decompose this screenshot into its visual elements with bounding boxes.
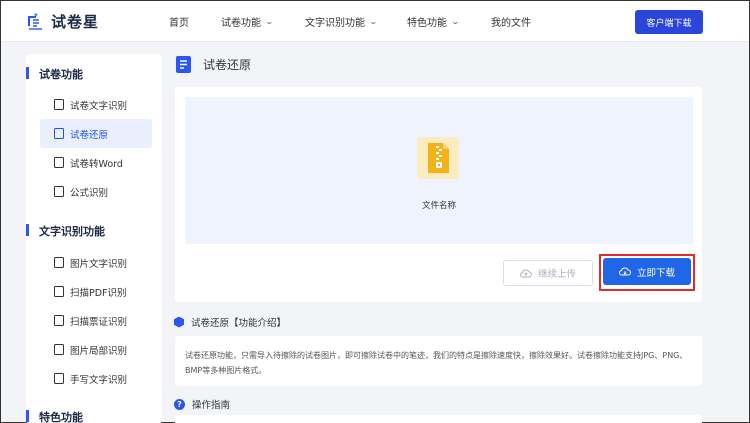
cloud-upload-icon	[519, 269, 532, 278]
sidebar-item-label: 手写文字识别	[70, 374, 128, 386]
intro-text: 试卷还原功能，只需导入待擦除的试卷图片，即可擦除试卷中的笔迹，我们的特点是擦除速…	[185, 351, 688, 375]
nav-home[interactable]: 首页	[169, 14, 189, 29]
cube-icon	[174, 316, 184, 328]
logo[interactable]: 试卷星	[25, 11, 99, 32]
nav-special-functions-label: 特色功能	[407, 18, 447, 29]
continue-upload-button[interactable]: 继续上传	[503, 260, 593, 286]
guide-heading: ? 操作指南	[174, 397, 230, 411]
file-drop-zone[interactable]: 文件名称	[185, 97, 693, 244]
word-document-icon	[54, 157, 64, 168]
sidebar: 试卷功能 试卷文字识别 试卷还原 试卷转Word 公式识别 文字识别功能 图片文…	[26, 54, 162, 423]
pdf-scan-icon	[54, 286, 64, 297]
sidebar-item-partial-ocr[interactable]: 图片局部识别	[40, 335, 152, 364]
document-restore-icon	[54, 128, 64, 139]
nav-my-files-label: 我的文件	[491, 18, 531, 29]
document-restore-icon	[176, 56, 191, 73]
upload-card: 文件名称 继续上传 立即下载	[175, 87, 702, 302]
chevron-down-icon: ⌄	[450, 17, 461, 26]
nav-special-functions[interactable]: 特色功能 ⌄	[407, 14, 461, 29]
sidebar-item-formula-ocr[interactable]: 公式识别	[40, 177, 152, 206]
sidebar-item-exam-restore[interactable]: 试卷还原	[40, 119, 152, 148]
formula-icon	[54, 186, 64, 197]
image-text-icon	[54, 257, 64, 268]
intro-title: 试卷还原【功能介绍】	[191, 318, 287, 329]
guide-title: 操作指南	[192, 400, 231, 411]
sidebar-section-exam: 试卷功能	[26, 66, 83, 82]
document-text-icon	[54, 99, 64, 110]
handwriting-icon	[54, 373, 64, 384]
sidebar-item-label: 图片局部识别	[70, 345, 128, 357]
continue-upload-label: 继续上传	[537, 269, 576, 280]
nav-home-label: 首页	[169, 18, 189, 29]
sidebar-item-pdf-ocr[interactable]: 扫描PDF识别	[40, 277, 152, 306]
intro-heading: 试卷还原【功能介绍】	[174, 315, 286, 329]
nav-my-files[interactable]: 我的文件	[491, 14, 531, 29]
download-now-button[interactable]: 立即下载	[603, 258, 691, 285]
sidebar-item-exam-to-word[interactable]: 试卷转Word	[40, 148, 152, 177]
guide-card	[175, 415, 702, 423]
ticket-scan-icon	[54, 315, 64, 326]
crop-image-icon	[54, 344, 64, 355]
sidebar-item-exam-ocr[interactable]: 试卷文字识别	[40, 90, 152, 119]
sidebar-item-label: 扫描PDF识别	[70, 287, 127, 299]
nav-ocr-functions[interactable]: 文字识别功能 ⌄	[305, 14, 379, 29]
sidebar-section-ocr: 文字识别功能	[26, 223, 105, 239]
nav-ocr-functions-label: 文字识别功能	[305, 18, 365, 29]
cloud-download-icon	[618, 267, 631, 276]
sidebar-item-image-ocr[interactable]: 图片文字识别	[40, 248, 152, 277]
page-title: 试卷还原	[203, 58, 252, 72]
download-client-button[interactable]: 客户端下载	[635, 10, 703, 34]
download-now-label: 立即下载	[636, 267, 675, 279]
page-heading: 试卷还原	[176, 56, 251, 73]
logo-icon	[25, 11, 45, 32]
zip-file-icon	[417, 137, 459, 179]
sidebar-item-handwriting-ocr[interactable]: 手写文字识别	[40, 364, 152, 393]
file-name-label: 文件名称	[421, 201, 456, 211]
sidebar-item-label: 试卷转Word	[70, 158, 123, 170]
sidebar-item-label: 试卷还原	[70, 129, 109, 141]
sidebar-item-label: 公式识别	[70, 187, 109, 199]
sidebar-item-label: 扫描票证识别	[70, 316, 128, 328]
top-navigation-bar: 试卷星 首页 试卷功能 ⌄ 文字识别功能 ⌄ 特色功能 ⌄ 我的文件 客户端下载	[1, 1, 749, 42]
chevron-down-icon: ⌄	[264, 17, 275, 26]
intro-card: 试卷还原功能，只需导入待擦除的试卷图片，即可擦除试卷中的笔迹，我们的特点是擦除速…	[175, 336, 702, 386]
logo-text: 试卷星	[51, 13, 100, 31]
nav-exam-functions-label: 试卷功能	[221, 18, 261, 29]
sidebar-item-label: 试卷文字识别	[70, 100, 128, 112]
question-icon: ?	[174, 398, 185, 410]
sidebar-section-special: 特色功能	[26, 409, 83, 423]
sidebar-item-ticket-ocr[interactable]: 扫描票证识别	[40, 306, 152, 335]
nav-exam-functions[interactable]: 试卷功能 ⌄	[221, 14, 275, 29]
chevron-down-icon: ⌄	[368, 17, 379, 26]
sidebar-item-label: 图片文字识别	[70, 258, 128, 270]
